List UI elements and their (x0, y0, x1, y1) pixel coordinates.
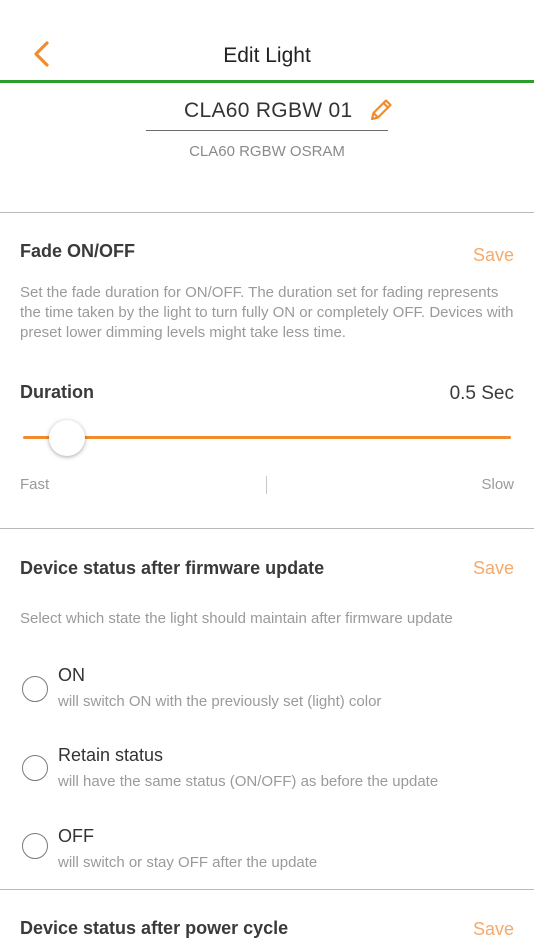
radio-option-off[interactable]: OFF will switch or stay OFF after the up… (0, 825, 534, 895)
power-section-title: Device status after power cycle (20, 918, 289, 938)
duration-label: Duration (20, 382, 94, 402)
radio-option-retain[interactable]: Retain status will have the same status … (0, 744, 534, 814)
app-header: Edit Light (0, 0, 534, 83)
device-model: CLA60 RGBW OSRAM (189, 143, 345, 160)
fade-save-button[interactable]: Save (473, 245, 514, 266)
slider-max-label: Slow (481, 476, 514, 493)
radio-label: ON (58, 665, 85, 685)
radio-label: OFF (58, 826, 94, 846)
radio-description: will switch ON with the previously set (… (58, 693, 382, 710)
firmware-description: Select which state the light should main… (20, 610, 453, 627)
divider (0, 212, 534, 213)
duration-slider[interactable] (23, 420, 511, 456)
radio-button[interactable] (22, 833, 48, 859)
radio-button[interactable] (22, 676, 48, 702)
slider-mid-tick (266, 476, 267, 494)
divider (0, 889, 534, 890)
slider-thumb[interactable] (48, 420, 85, 456)
divider (0, 528, 534, 529)
pencil-icon[interactable] (367, 96, 395, 124)
radio-option-on[interactable]: ON will switch ON with the previously se… (0, 664, 534, 734)
radio-button[interactable] (22, 755, 48, 781)
device-name: CLA60 RGBW 01 (184, 99, 353, 122)
radio-description: will have the same status (ON/OFF) as be… (58, 773, 439, 790)
device-name-field[interactable]: CLA60 RGBW 01 (146, 96, 392, 131)
fade-section-title: Fade ON/OFF (20, 241, 136, 261)
firmware-section-title: Device status after firmware update (20, 558, 325, 578)
radio-label: Retain status (58, 745, 164, 765)
power-save-button[interactable]: Save (473, 919, 514, 940)
firmware-save-button[interactable]: Save (473, 558, 514, 579)
duration-value: 0.5 Sec (449, 383, 514, 404)
page-title: Edit Light (223, 44, 311, 67)
fade-description: Set the fade duration for ON/OFF. The du… (20, 284, 514, 341)
slider-track (23, 436, 511, 439)
radio-description: will switch or stay OFF after the update (58, 854, 318, 871)
slider-min-label: Fast (20, 476, 50, 493)
